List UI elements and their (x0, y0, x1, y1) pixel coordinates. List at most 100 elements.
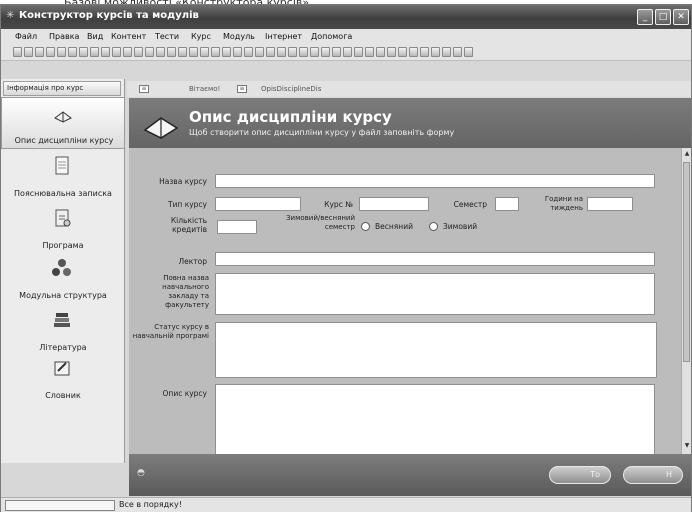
toolbar-button[interactable] (90, 47, 99, 57)
next-button[interactable]: Н (623, 466, 683, 484)
toolbar-button[interactable] (200, 47, 209, 57)
sidebar-item-explanatory-note[interactable]: Пояснювальна записка (1, 149, 125, 201)
tab-welcome[interactable]: ≡ (139, 83, 152, 96)
toolbar-button[interactable] (365, 47, 374, 57)
toolbar-button[interactable] (24, 47, 33, 57)
window-title: Конструктор курсів та модулів (19, 10, 199, 21)
scroll-down-icon[interactable]: ▼ (683, 442, 691, 452)
tab-welcome-label[interactable]: Вітаємо! (189, 83, 220, 96)
toolbar-button[interactable] (453, 47, 462, 57)
toolbar-button[interactable] (398, 47, 407, 57)
lecturer-field[interactable] (215, 252, 655, 266)
toolbar-button[interactable] (68, 47, 77, 57)
toolbar-button[interactable] (167, 47, 176, 57)
menu-course[interactable]: Курс (191, 32, 211, 41)
tab-opis[interactable]: ≡ (237, 83, 250, 96)
semester-type-label: Зимовий/весняний семестр (286, 214, 355, 231)
close-button[interactable]: ✕ (673, 9, 689, 25)
course-no-field[interactable] (359, 197, 429, 211)
form-banner: Опис дисципліни курсу Щоб створити опис … (129, 98, 691, 148)
status-field[interactable] (215, 322, 657, 378)
toolbar-button[interactable] (244, 47, 253, 57)
toolbar-button[interactable] (266, 47, 275, 57)
toolbar-button[interactable] (420, 47, 429, 57)
toolbar-button[interactable] (376, 47, 385, 57)
toolbar-button[interactable] (13, 47, 22, 57)
maximize-button[interactable]: □ (655, 9, 671, 25)
toolbar-button[interactable] (343, 47, 352, 57)
course-type-label: Тип курсу (167, 200, 207, 209)
toolbar-button[interactable] (189, 47, 198, 57)
hours-field[interactable] (587, 197, 633, 211)
toolbar-button[interactable] (431, 47, 440, 57)
toolbar-button[interactable] (46, 47, 55, 57)
spring-radio[interactable] (361, 222, 370, 231)
toolbar-button[interactable] (123, 47, 132, 57)
course-type-field[interactable] (215, 197, 301, 211)
menu-tests[interactable]: Тести (155, 32, 179, 41)
course-name-field[interactable] (215, 174, 655, 188)
toolbar-button[interactable] (79, 47, 88, 57)
toolbar-button[interactable] (387, 47, 396, 57)
institution-field[interactable] (215, 273, 655, 315)
toolbar-button[interactable] (299, 47, 308, 57)
toolbar-button[interactable] (464, 47, 473, 57)
menu-edit[interactable]: Правка (49, 32, 79, 41)
toolbar-button[interactable] (310, 47, 319, 57)
toolbar-button[interactable] (112, 47, 121, 57)
sidebar-item-literature[interactable]: Література (1, 303, 125, 355)
menu-view[interactable]: Вид (87, 32, 103, 41)
toolbar-button[interactable] (321, 47, 330, 57)
tab-opis-label[interactable]: OpisDisciplineDis (261, 83, 321, 96)
app-window: ✳ Конструктор курсів та модулів _ □ ✕ Фа… (0, 4, 692, 512)
menu-module[interactable]: Модуль (223, 32, 255, 41)
menu-internet[interactable]: Інтернет (265, 32, 302, 41)
toolbar-button[interactable] (57, 47, 66, 57)
toolbar-button[interactable] (255, 47, 264, 57)
sidebar-item-discipline-description[interactable]: Опис дисципліни курсу (1, 97, 125, 149)
toolbar-button[interactable] (134, 47, 143, 57)
institution-label: Повна назва навчального закладу та факул… (162, 274, 209, 309)
menu-content[interactable]: Контент (111, 32, 146, 41)
title-bar: ✳ Конструктор курсів та модулів _ □ ✕ (1, 5, 691, 29)
toolbar-button[interactable] (145, 47, 154, 57)
toolbar-button[interactable] (233, 47, 242, 57)
toolbar-button[interactable] (277, 47, 286, 57)
toolbar-button[interactable] (178, 47, 187, 57)
back-button[interactable]: Тo (549, 466, 611, 484)
status-label: Статус курсу в навчальній програмі (132, 323, 209, 340)
toolbar-button[interactable] (442, 47, 451, 57)
toolbar-button[interactable] (354, 47, 363, 57)
sidebar-header[interactable]: Інформація про курс (3, 81, 121, 96)
banner-title: Опис дисципліни курсу (189, 108, 392, 126)
menu-bar: Файл Правка Вид Контент Тести Курс Модул… (1, 29, 691, 45)
menu-file[interactable]: Файл (15, 32, 37, 41)
toolbar-button[interactable] (156, 47, 165, 57)
book-icon (143, 117, 179, 139)
toolbar-button[interactable] (332, 47, 341, 57)
course-name-label: Назва курсу (159, 177, 207, 186)
course-form: Назва курсу Тип курсу Курс № Семестр Год… (129, 148, 681, 454)
scroll-thumb[interactable] (683, 162, 690, 362)
toolbar-button[interactable] (101, 47, 110, 57)
winter-radio[interactable] (429, 222, 438, 231)
toolbar (1, 45, 691, 61)
toolbar-button[interactable] (409, 47, 418, 57)
sidebar-item-module-structure[interactable]: Модульна структура (1, 251, 125, 303)
sidebar-item-dictionary[interactable]: Словник (1, 351, 125, 403)
form-scrollbar[interactable]: ▲ ▼ (681, 148, 691, 454)
book-icon (54, 111, 72, 123)
toolbar-button[interactable] (211, 47, 220, 57)
minimize-button[interactable]: _ (637, 9, 653, 25)
toolbar-button[interactable] (288, 47, 297, 57)
menu-help[interactable]: Допомога (311, 32, 352, 41)
toolbar-button[interactable] (222, 47, 231, 57)
sidebar-item-label: Опис дисципліни курсу (14, 136, 114, 145)
app-icon: ✳ (6, 10, 15, 21)
sidebar-item-program[interactable]: Програма (1, 201, 125, 253)
semester-field[interactable] (495, 197, 519, 211)
description-field[interactable] (215, 384, 655, 454)
credits-field[interactable] (217, 220, 257, 234)
toolbar-button[interactable] (35, 47, 44, 57)
scroll-up-icon[interactable]: ▲ (683, 150, 691, 160)
